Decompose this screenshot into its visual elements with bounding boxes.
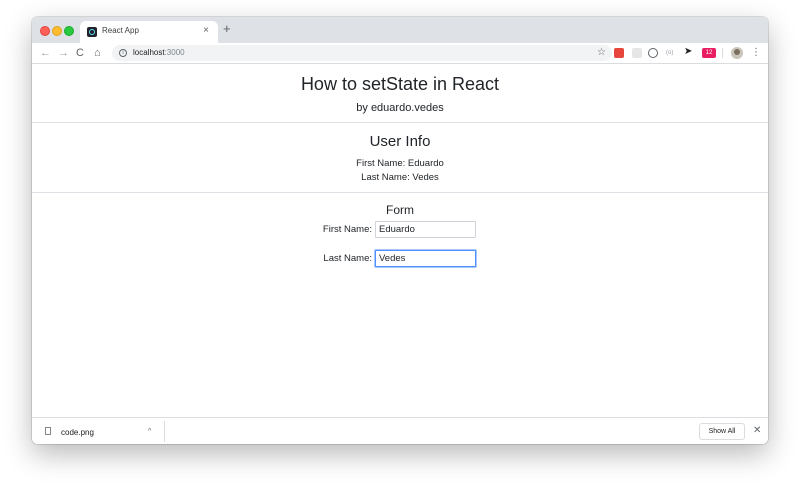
tab-title: React App (102, 26, 139, 35)
browser-window: React App × + ← → C ⌂ i localhost:3000 ☆… (32, 17, 768, 444)
tab-close-icon[interactable]: × (203, 25, 209, 37)
download-shelf: code.png ^ Show All ✕ (32, 417, 768, 444)
user-info-section: User Info First Name: Eduardo Last Name:… (32, 123, 768, 193)
page-subtitle: by eduardo.vedes (356, 102, 444, 114)
last-name-input[interactable] (375, 250, 476, 267)
extension-flag-icon[interactable]: ➤ (684, 47, 694, 57)
tab-strip: React App × + (32, 17, 768, 43)
address-bar[interactable]: i localhost:3000 ☆ (112, 45, 612, 61)
first-name-label: First Name: (322, 224, 372, 235)
home-button[interactable]: ⌂ (94, 46, 101, 60)
form-heading: Form (386, 203, 414, 217)
extension-pin-icon[interactable]: (o) (666, 48, 678, 58)
minimize-window-button[interactable] (52, 26, 62, 36)
page-title: How to setState in React (300, 74, 500, 94)
tab-react-app[interactable]: React App × (80, 21, 218, 43)
new-tab-button[interactable]: + (223, 22, 231, 36)
url-host: localhost (133, 48, 165, 57)
extension-grey-icon[interactable] (632, 48, 642, 58)
page-content: How to setState in React by eduardo.vede… (32, 64, 768, 417)
extension-circle-icon[interactable] (648, 48, 658, 58)
site-info-icon[interactable]: i (119, 49, 127, 57)
page-header: How to setState in React by eduardo.vede… (32, 64, 768, 123)
browser-menu-icon[interactable]: ⋮ (751, 46, 761, 60)
user-first-name: First Name: Eduardo (356, 158, 444, 169)
close-shelf-icon[interactable]: ✕ (753, 425, 761, 437)
forward-button[interactable]: → (58, 46, 69, 60)
shelf-divider (164, 421, 165, 442)
extension-red-icon[interactable] (614, 48, 624, 58)
download-file-name[interactable]: code.png (61, 428, 94, 437)
user-last-name: Last Name: Vedes (361, 172, 439, 183)
maximize-window-button[interactable] (64, 26, 74, 36)
url-text: localhost:3000 (133, 48, 185, 57)
file-icon (45, 427, 51, 435)
reload-button[interactable]: C (76, 46, 84, 60)
user-info-heading: User Info (369, 133, 431, 150)
back-button[interactable]: ← (40, 46, 51, 60)
show-all-button[interactable]: Show All (699, 423, 745, 440)
profile-avatar[interactable] (731, 47, 743, 59)
toolbar-divider (722, 48, 723, 58)
bookmark-star-icon[interactable]: ☆ (597, 46, 606, 60)
last-name-label: Last Name: (323, 253, 372, 264)
url-port: :3000 (164, 48, 185, 57)
close-window-button[interactable] (40, 26, 50, 36)
browser-toolbar: ← → C ⌂ i localhost:3000 ☆ (o) ➤ 12 ⋮ (32, 43, 768, 64)
first-name-input[interactable] (375, 221, 476, 238)
extension-badge-icon[interactable]: 12 (702, 48, 716, 58)
download-options-chevron-icon[interactable]: ^ (148, 427, 151, 437)
react-favicon-icon (87, 27, 97, 37)
